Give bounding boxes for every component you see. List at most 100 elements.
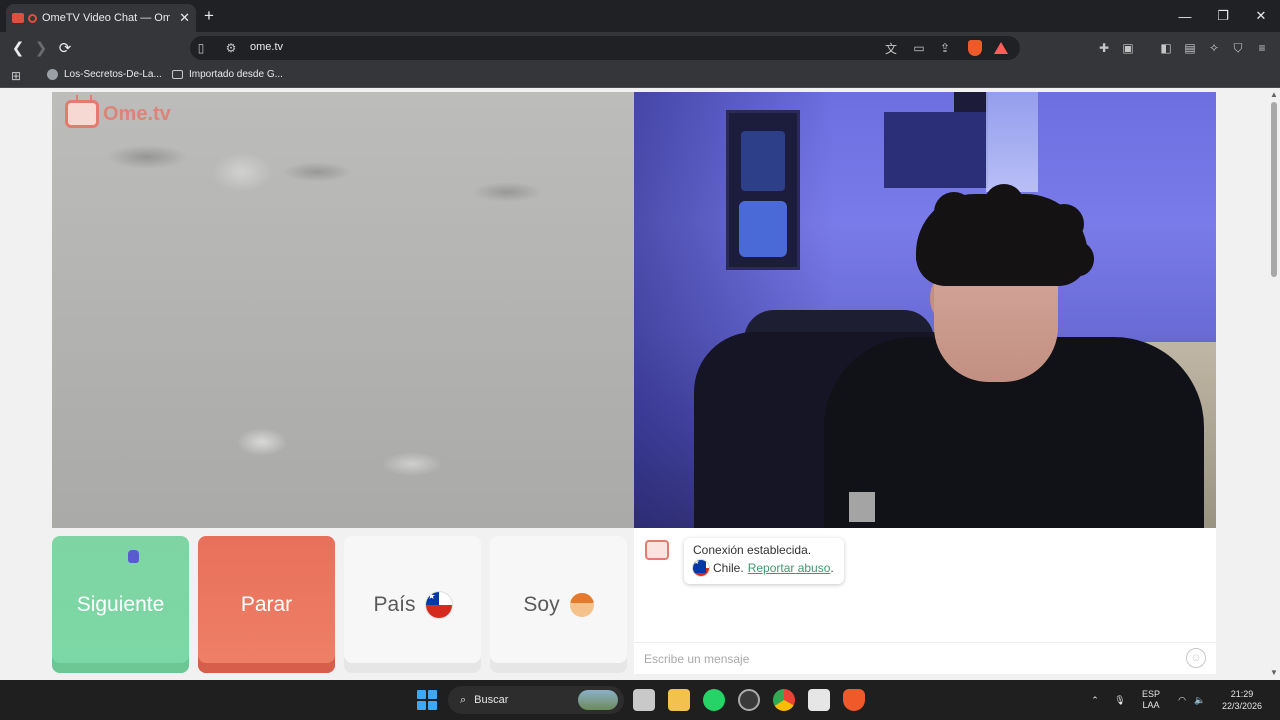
brave-shields-icon[interactable] [966,39,984,57]
chat-panel: Conexión establecida. Chile. Reportar ab… [634,528,1216,674]
report-suffix: . [830,561,834,575]
bookmark-label: Los-Secretos-De-La... [64,69,162,80]
wallet-icon[interactable]: ▤ [1181,39,1199,57]
extensions-icon[interactable]: ✚ [1095,39,1113,57]
chile-flag-icon [425,591,452,618]
shirt-logo [849,492,875,522]
globe-icon [47,69,58,80]
address-bar[interactable]: ▯ ⚙ ome.tv 文 ▭ ⇪ [190,36,1020,60]
scroll-down-icon[interactable]: ▼ [1270,668,1278,677]
whatsapp-icon[interactable] [703,689,725,711]
tab-title: OmeTV Video Chat — Omegle [42,12,170,24]
new-tab-icon[interactable]: + [204,6,214,26]
report-abuse-link[interactable]: Reportar abuso [748,561,831,575]
ometv-page: Ome.tv Siguiente Parar País Soy [0,88,1268,680]
back-icon[interactable]: ❮ [8,38,28,58]
minimize-icon[interactable]: — [1166,0,1204,32]
menu-icon[interactable]: ≡ [1253,39,1271,57]
brave-taskbar-icon[interactable] [843,689,865,711]
stranger-video: Ome.tv [52,92,634,528]
scroll-thumb[interactable] [1271,102,1277,277]
tv-logo-icon [65,100,99,128]
hair-curl [916,242,942,272]
task-view-icon[interactable] [633,689,655,711]
browser-toolbar: ❮ ❯ ⟳ ▯ ⚙ ome.tv 文 ▭ ⇪ ✚ ▣ ◧ ▤ ✧ ⛉ ≡ [0,32,1280,64]
bookmark-label: Importado desde G... [189,69,283,80]
lang-secondary: LAA [1142,700,1160,710]
close-tab-icon[interactable]: ✕ [179,10,190,26]
capcut-icon[interactable] [808,689,830,711]
page-scrollbar[interactable]: ▲ ▼ [1268,88,1280,680]
recording-indicator-icon [28,13,37,23]
country-name: Chile. [713,561,744,575]
wall-sticker [954,92,988,112]
gender-select-button[interactable]: Soy [490,536,627,673]
tray-chevron-icon[interactable]: ⌃ [1087,680,1103,720]
hair-curl [1064,242,1094,276]
bookmark-item[interactable]: Los-Secretos-De-La... [47,69,162,80]
chrome-icon[interactable] [773,689,795,711]
clock-time: 21:29 [1230,689,1254,699]
search-icon: ⌕ [460,693,467,706]
reload-icon[interactable]: ⟳ [55,38,75,58]
leo-ai-icon[interactable]: ✧ [1205,39,1223,57]
country-filter-button[interactable]: País [344,536,481,673]
site-settings-icon[interactable]: ⚙ [222,39,240,57]
stop-button-label: Parar [240,592,293,616]
hand-cursor-icon [128,550,139,563]
bookmark-icon[interactable]: ▯ [192,39,210,57]
taskbar-search[interactable]: ⌕ Buscar [448,686,624,714]
emoji-picker-icon[interactable]: ☺ [1186,648,1206,668]
hair-curl [1044,204,1084,244]
window-controls: — ❐ ✕ [1166,0,1280,32]
microphone-icon[interactable]: 🎙 [1112,680,1128,720]
wifi-icon[interactable]: ◠ [1174,680,1190,720]
language-indicator[interactable]: ESP LAA [1138,680,1164,720]
share-icon[interactable]: ⇪ [936,39,954,57]
ometv-favicon-icon [12,13,24,23]
apps-grid-icon[interactable]: ⊞ [7,67,25,85]
connection-message: Conexión establecida. [693,543,812,557]
logo-text: Ome.tv [103,102,171,125]
browser-titlebar: OmeTV Video Chat — Omegle ✕ + — ❐ ✕ [0,0,1280,32]
windows-start-icon[interactable] [417,690,437,710]
file-explorer-icon[interactable] [668,689,690,711]
ometv-chat-logo-icon [645,540,669,560]
ometv-logo: Ome.tv [65,100,171,128]
volume-icon[interactable]: 🔈 [1192,680,1208,720]
tab-search-icon[interactable]: ▣ [1119,39,1137,57]
cast-icon[interactable]: ▭ [910,39,928,57]
bookmark-folder[interactable]: Importado desde G... [172,69,283,80]
search-label: Buscar [474,694,509,706]
bookmarks-bar: ⊞ Los-Secretos-De-La... Importado desde … [0,64,1280,88]
forward-icon[interactable]: ❯ [31,38,51,58]
message-input[interactable] [634,642,1216,674]
browser-tab-active[interactable]: OmeTV Video Chat — Omegle ✕ [6,4,196,32]
next-button-label: Siguiente [76,592,165,616]
translate-icon[interactable]: 文 [882,39,900,57]
close-window-icon[interactable]: ✕ [1242,0,1280,32]
scroll-up-icon[interactable]: ▲ [1270,90,1278,99]
sidebar-icon[interactable]: ◧ [1157,39,1175,57]
stop-button[interactable]: Parar [198,536,335,673]
system-clock[interactable]: 21:29 22/3/2026 [1210,688,1274,712]
vpn-icon[interactable]: ⛉ [1229,39,1247,57]
next-button[interactable]: Siguiente [52,536,189,673]
system-message-bubble: Conexión establecida. Chile. Reportar ab… [684,538,844,584]
wall-stickers [986,92,1038,192]
chile-flag-icon [693,560,709,576]
search-highlight-image [578,690,618,710]
self-webcam-video [634,92,1216,528]
brave-rewards-icon[interactable] [992,39,1010,57]
folder-icon [172,70,183,79]
boy-emoji-icon [569,592,594,617]
url-text: ome.tv [250,41,284,53]
gender-button-label: Soy [523,592,560,616]
country-line: Chile. Reportar abuso. [693,560,835,576]
country-button-label: País [373,592,416,616]
wall-poster-square [884,112,988,188]
clock-date: 22/3/2026 [1221,701,1263,711]
restore-icon[interactable]: ❐ [1204,0,1242,32]
recording-app-icon[interactable] [738,689,760,711]
lang-primary: ESP [1141,689,1160,699]
